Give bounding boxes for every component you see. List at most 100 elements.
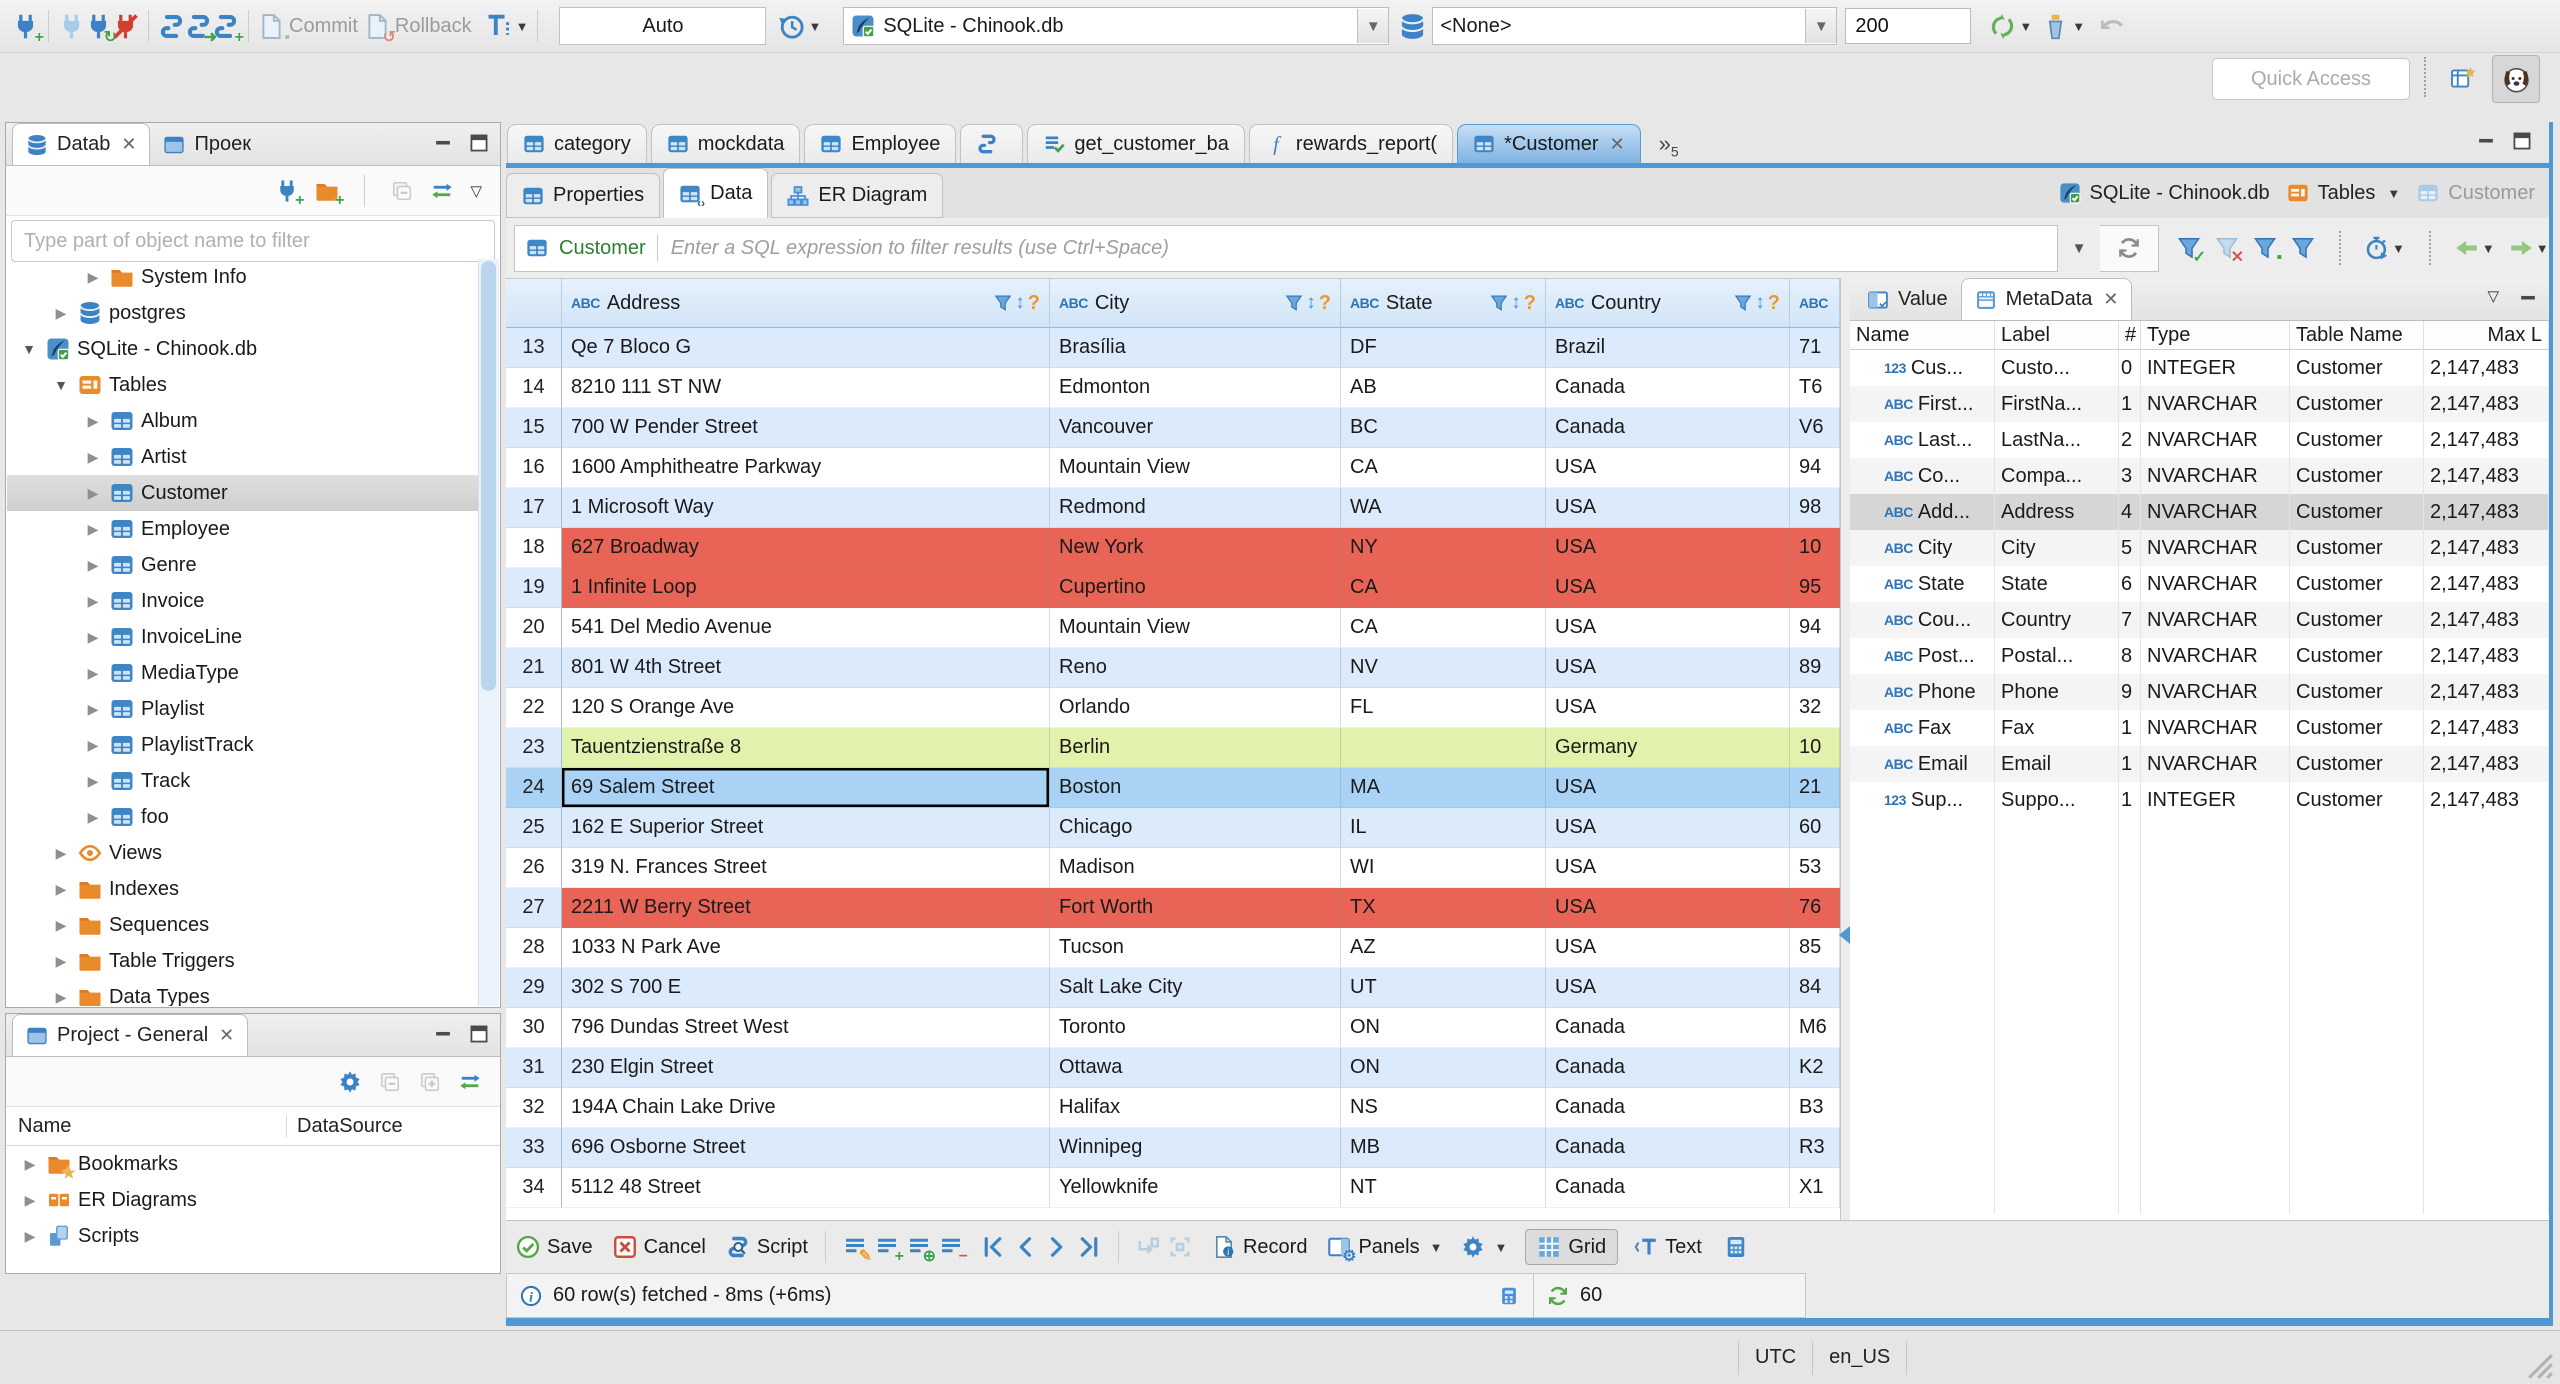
tree-item-foo[interactable]: ▶ foo xyxy=(7,799,479,835)
grid-cell-city[interactable]: Yellowknife xyxy=(1050,1168,1341,1208)
add-row-icon[interactable]: + xyxy=(875,1235,904,1265)
grid-row-19[interactable]: 19 1 Infinite Loop Cupertino CA USA 95 xyxy=(506,568,1840,608)
grid-cell-country[interactable]: Canada xyxy=(1546,408,1790,448)
collapse-all-icon[interactable] xyxy=(378,1070,402,1094)
expand-arrow-icon[interactable]: ▶ xyxy=(83,521,103,538)
grid-cell-state[interactable]: AB xyxy=(1341,368,1546,408)
grid-cell-country[interactable]: USA xyxy=(1546,608,1790,648)
row-number[interactable]: 18 xyxy=(506,528,562,568)
view-menu-icon[interactable]: ▽ xyxy=(2487,287,2499,309)
row-number[interactable]: 20 xyxy=(506,608,562,648)
grid-cell-country[interactable]: Canada xyxy=(1546,368,1790,408)
editor-tab-customer[interactable]: *Customer ✕ xyxy=(1457,124,1641,163)
grid-cell-country[interactable]: USA xyxy=(1546,648,1790,688)
grid-row-18[interactable]: 18 627 Broadway New York NY USA 10 xyxy=(506,528,1840,568)
tab-data[interactable]: ‹› Data xyxy=(663,168,769,218)
combo-arrow-icon[interactable]: ▼ xyxy=(1805,9,1837,43)
expand-arrow-icon[interactable]: ▶ xyxy=(83,629,103,646)
grid-row-13[interactable]: 13 Qe 7 Bloco G Brasília DF Brazil 71 xyxy=(506,328,1840,368)
tree-item-postgres[interactable]: ▶ postgres xyxy=(7,295,479,331)
tab-er-diagram[interactable]: ER Diagram xyxy=(771,173,944,218)
new-sql-editor-icon[interactable]: + xyxy=(212,13,244,45)
grid-cell-country[interactable]: USA xyxy=(1546,808,1790,848)
sql-filter[interactable]: Customer xyxy=(514,224,2058,272)
grid-cell-address[interactable]: 541 Del Medio Avenue xyxy=(562,608,1050,648)
grid-cell-postalcode[interactable]: 95 xyxy=(1790,568,1840,608)
grid-cell-state[interactable]: ON xyxy=(1341,1008,1546,1048)
row-number[interactable]: 28 xyxy=(506,928,562,968)
commit-button[interactable]: ▪ Commit xyxy=(258,13,364,45)
calc-panel-icon[interactable] xyxy=(1724,1235,1748,1259)
cancel-button[interactable]: Cancel xyxy=(613,1235,706,1259)
close-icon[interactable]: ✕ xyxy=(2103,289,2118,310)
row-number[interactable]: 33 xyxy=(506,1128,562,1168)
tree-item-artist[interactable]: ▶ Artist xyxy=(7,439,479,475)
grid-cell-postalcode[interactable]: 71 xyxy=(1790,328,1840,368)
meta-row-address[interactable]: ABC Add... Address 4 NVARCHAR Customer 2,147,4… xyxy=(1850,494,2549,530)
meta-row-city[interactable]: ABC City City 5 NVARCHAR Customer 2,147,483 xyxy=(1850,530,2549,566)
open-perspective-button[interactable] xyxy=(2440,55,2486,101)
grid-cell-postalcode[interactable]: 94 xyxy=(1790,448,1840,488)
connection-selector[interactable]: SQLite - Chinook.db ▼ xyxy=(843,7,1390,45)
grid-row-24[interactable]: 24 69 Salem Street Boston MA USA 21 xyxy=(506,768,1840,808)
grid-cell-address[interactable]: 801 W 4th Street xyxy=(562,648,1050,688)
meta-row-compa[interactable]: ABC Co... Compa... 3 NVARCHAR Customer 2,147,4… xyxy=(1850,458,2549,494)
grid-row-21[interactable]: 21 801 W 4th Street Reno NV USA 89 xyxy=(506,648,1840,688)
grid-row-28[interactable]: 28 1033 N Park Ave Tucson AZ USA 85 xyxy=(506,928,1840,968)
grid-cell-city[interactable]: Edmonton xyxy=(1050,368,1341,408)
column-header-partial[interactable]: ABC xyxy=(1790,279,1840,328)
tree-item-indexes[interactable]: ▶ Indexes xyxy=(7,871,479,907)
tree-item-table-triggers[interactable]: ▶ Table Triggers xyxy=(7,943,479,979)
row-number[interactable]: 27 xyxy=(506,888,562,928)
row-number[interactable]: 16 xyxy=(506,448,562,488)
close-icon[interactable]: ✕ xyxy=(219,1025,234,1046)
filter-expression-input[interactable] xyxy=(668,226,2046,270)
expand-arrow-icon[interactable]: ▶ xyxy=(20,1228,40,1245)
project-item-er-diagrams[interactable]: ▶ ER Diagrams xyxy=(6,1182,500,1218)
tree-scrollbar[interactable] xyxy=(478,259,499,1006)
fetch-size-input[interactable] xyxy=(1845,8,1972,44)
grid-cell-postalcode[interactable]: B3 xyxy=(1790,1088,1840,1128)
grid-row-14[interactable]: 14 8210 111 ST NW Edmonton AB Canada T6 xyxy=(506,368,1840,408)
close-icon[interactable]: ✕ xyxy=(1610,134,1625,155)
expand-arrow-icon[interactable]: ▶ xyxy=(83,413,103,430)
row-number[interactable]: 26 xyxy=(506,848,562,888)
grid-cell-country[interactable]: Germany xyxy=(1546,728,1790,768)
grid-cell-country[interactable]: Canada xyxy=(1546,1048,1790,1088)
column-filter-controls[interactable]: ↕? xyxy=(994,292,1040,315)
tree-item-invoice[interactable]: ▶ Invoice xyxy=(7,583,479,619)
transaction-log-dropdown[interactable]: ▼ xyxy=(778,13,821,40)
view-menu-icon[interactable]: ▽ xyxy=(470,182,482,200)
grid-cell-country[interactable]: USA xyxy=(1546,568,1790,608)
grid-cell-state[interactable]: CA xyxy=(1341,448,1546,488)
breadcrumb-entity[interactable]: Customer xyxy=(2448,182,2535,205)
grid-cell-address[interactable]: 1033 N Park Ave xyxy=(562,928,1050,968)
gear-icon[interactable] xyxy=(338,1070,362,1094)
disconnect-icon[interactable] xyxy=(112,13,139,40)
auto-sync-dropdown[interactable]: ▼ xyxy=(1989,13,2032,40)
grid-cell-city[interactable]: Ottawa xyxy=(1050,1048,1341,1088)
collapse-arrow-icon[interactable]: ▼ xyxy=(19,341,39,357)
recent-sql-editor-icon[interactable]: ➜ xyxy=(185,13,217,45)
grid-cell-postalcode[interactable]: 10 xyxy=(1790,728,1840,768)
tree-item-customer[interactable]: ▶ Customer xyxy=(7,475,479,511)
row-number[interactable]: 30 xyxy=(506,1008,562,1048)
grid-cell-state[interactable]: BC xyxy=(1341,408,1546,448)
grid-cell-state[interactable]: FL xyxy=(1341,688,1546,728)
grid-cell-city[interactable]: Halifax xyxy=(1050,1088,1341,1128)
row-number[interactable]: 31 xyxy=(506,1048,562,1088)
grid-row-34[interactable]: 34 5112 48 Street Yellowknife NT Canada X1 xyxy=(506,1168,1840,1208)
grid-cell-city[interactable]: Mountain View xyxy=(1050,448,1341,488)
filter-history-dropdown[interactable]: ▼ xyxy=(2058,225,2100,271)
expand-arrow-icon[interactable]: ▶ xyxy=(83,485,103,502)
grid-cell-address[interactable]: 302 S 700 E xyxy=(562,968,1050,1008)
link-with-editor-icon[interactable] xyxy=(430,179,454,203)
grid-cell-postalcode[interactable]: 32 xyxy=(1790,688,1840,728)
expand-arrow-icon[interactable]: ▶ xyxy=(51,917,71,934)
row-number[interactable]: 25 xyxy=(506,808,562,848)
tree-item-invoiceline[interactable]: ▶ InvoiceLine xyxy=(7,619,479,655)
tree-item-system-info[interactable]: ▶ i System Info xyxy=(7,259,479,295)
column-filter-controls[interactable]: ↕? xyxy=(1490,292,1536,315)
grid-cell-city[interactable]: Cupertino xyxy=(1050,568,1341,608)
rollback-button[interactable]: ↺ Rollback xyxy=(364,13,478,45)
